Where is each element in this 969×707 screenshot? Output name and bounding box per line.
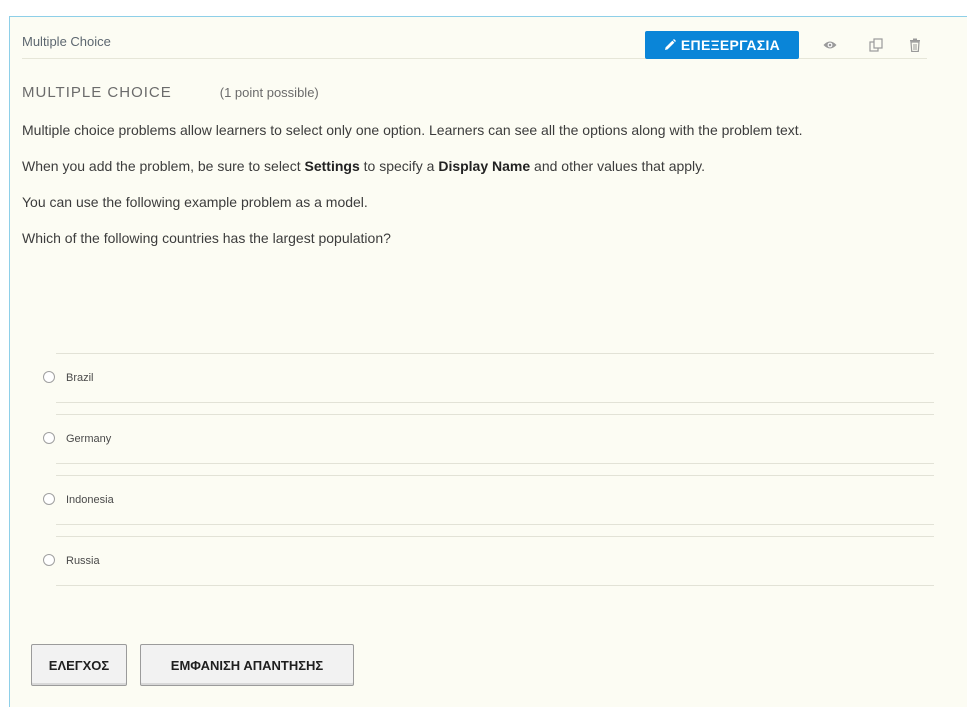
eye-icon[interactable] xyxy=(821,36,839,54)
check-button[interactable]: ΕΛΕΓΧΟΣ xyxy=(31,644,127,686)
show-answer-button[interactable]: ΕΜΦΑΝΙΣΗ ΑΠΑΝΤΗΣΗΣ xyxy=(140,644,354,686)
problem-heading: MULTIPLE CHOICE (1 point possible) xyxy=(22,84,932,101)
choice-label: Germany xyxy=(66,433,112,445)
example-paragraph: You can use the following example proble… xyxy=(22,194,368,210)
settings-text-pre: When you add the problem, be sure to sel… xyxy=(22,158,305,174)
points-possible: (1 point possible) xyxy=(219,85,319,100)
radio-button[interactable] xyxy=(43,554,55,566)
problem-intro-paragraph: Multiple choice problems allow learners … xyxy=(22,122,803,138)
choice-list: Brazil Germany Indonesia Russia xyxy=(43,353,934,597)
trash-icon[interactable] xyxy=(906,36,924,54)
radio-button[interactable] xyxy=(43,432,55,444)
choice-option[interactable]: Indonesia xyxy=(43,475,934,525)
radio-button[interactable] xyxy=(43,493,55,505)
question-text: Which of the following countries has the… xyxy=(22,230,391,246)
display-name-keyword: Display Name xyxy=(438,158,531,174)
choice-option[interactable]: Brazil xyxy=(43,353,934,403)
xblock-header: Multiple Choice ΕΠΕΞΕΡΓΑΣΙΑ xyxy=(22,16,927,59)
choice-option[interactable]: Germany xyxy=(43,414,934,464)
radio-button[interactable] xyxy=(43,371,55,383)
problem-title: MULTIPLE CHOICE xyxy=(22,84,172,101)
choice-option[interactable]: Russia xyxy=(43,536,934,586)
duplicate-icon[interactable] xyxy=(867,36,885,54)
choice-label: Indonesia xyxy=(66,494,114,506)
edit-button[interactable]: ΕΠΕΞΕΡΓΑΣΙΑ xyxy=(645,31,799,59)
problem-settings-paragraph: When you add the problem, be sure to sel… xyxy=(22,155,932,177)
edit-button-label: ΕΠΕΞΕΡΓΑΣΙΑ xyxy=(680,37,781,53)
settings-text-post: and other values that apply. xyxy=(530,158,706,174)
choice-label: Brazil xyxy=(66,372,94,384)
settings-text-mid: to specify a xyxy=(359,158,439,174)
choice-label: Russia xyxy=(66,555,100,567)
pencil-icon xyxy=(664,39,676,51)
problem-body: MULTIPLE CHOICE (1 point possible) Multi… xyxy=(22,84,932,249)
xblock-title: Multiple Choice xyxy=(22,34,111,49)
settings-keyword: Settings xyxy=(304,158,360,174)
